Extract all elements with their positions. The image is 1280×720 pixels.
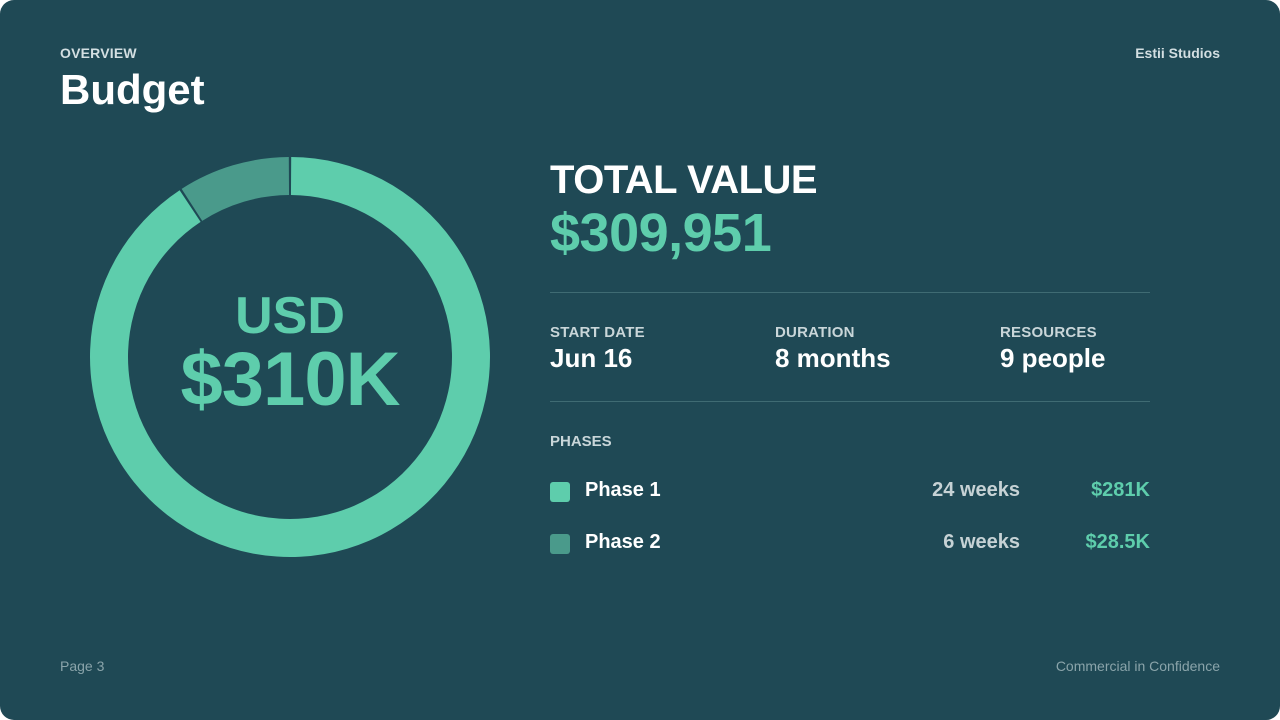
phases-heading: PHASES [550,433,612,450]
stat-value: 8 months [775,343,891,373]
phase-amount: $28.5K [1085,531,1151,553]
divider [550,401,1150,402]
page-number: Page 3 [60,658,105,674]
section-overline: OVERVIEW [60,45,137,61]
phase-row: Phase 2 6 weeks $28.5K [550,529,1150,559]
confidentiality-note: Commercial in Confidence [1055,658,1220,674]
total-value-label: TOTAL VALUE [550,158,818,202]
page-title: Budget [60,66,205,113]
brand-name: Estii Studios [1135,45,1220,61]
phase-duration: 24 weeks [932,479,1020,501]
phase-amount: $281K [1091,479,1150,501]
stat-value: Jun 16 [550,343,633,373]
stat-label: RESOURCES [1000,324,1097,341]
phase-name: Phase 2 [585,531,661,553]
phase-name: Phase 1 [585,479,661,501]
stat-label: DURATION [775,324,855,341]
phase-duration: 6 weeks [943,531,1020,553]
stat-start-date: START DATE Jun 16 [550,324,645,374]
total-value-amount: $309,951 [550,203,772,263]
stat-value: 9 people [1000,343,1106,373]
divider [550,292,1150,293]
phase-row: Phase 1 24 weeks $281K [550,477,1150,507]
donut-center-value: $310K [180,337,401,422]
phase-swatch [550,482,570,502]
stat-label: START DATE [550,324,645,341]
stat-duration: DURATION 8 months [775,324,891,374]
donut-slice-phase-2 [181,157,290,221]
budget-slide: OVERVIEW Budget Estii Studios USD $310K … [0,0,1280,720]
phase-swatch [550,534,570,554]
stat-resources: RESOURCES 9 people [1000,324,1105,374]
